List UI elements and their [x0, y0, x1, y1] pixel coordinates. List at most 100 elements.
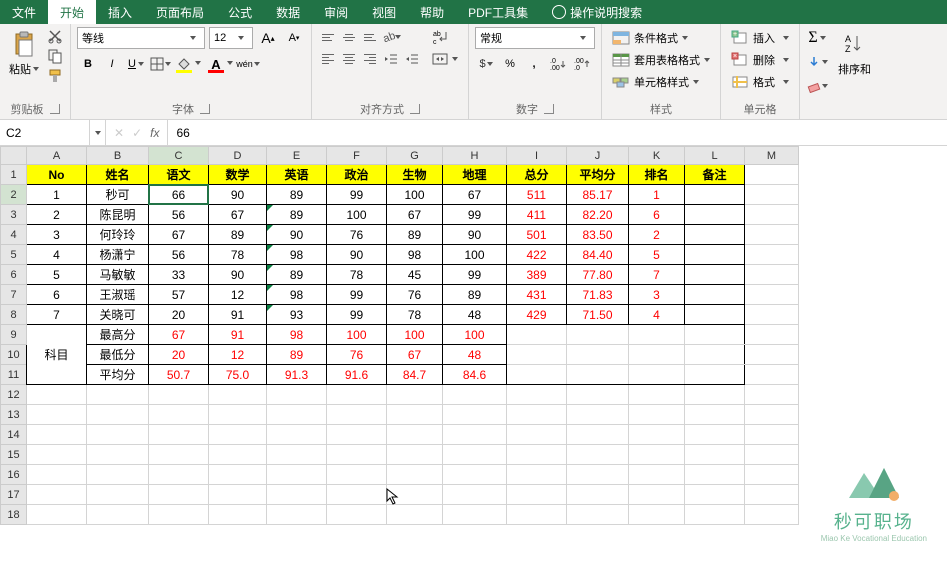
align-middle-button[interactable]: [339, 27, 359, 47]
cell-C11[interactable]: 50.7: [149, 365, 209, 385]
cell-E18[interactable]: [267, 505, 327, 525]
cell-K18[interactable]: [629, 505, 685, 525]
cell-D8[interactable]: 91: [209, 305, 267, 325]
cell-G3[interactable]: 67: [387, 205, 443, 225]
cell-I1[interactable]: 总分: [507, 165, 567, 185]
cell-K13[interactable]: [629, 405, 685, 425]
cell-J1[interactable]: 平均分: [567, 165, 629, 185]
cell-K2[interactable]: 1: [629, 185, 685, 205]
formula-input[interactable]: 66: [168, 120, 947, 145]
cell-I6[interactable]: 389: [507, 265, 567, 285]
tab-insert[interactable]: 插入: [96, 0, 144, 24]
tab-help[interactable]: 帮助: [408, 0, 456, 24]
cell-I17[interactable]: [507, 485, 567, 505]
cell-G18[interactable]: [387, 505, 443, 525]
cell-E17[interactable]: [267, 485, 327, 505]
cell-K10[interactable]: [629, 345, 685, 365]
cell-I18[interactable]: [507, 505, 567, 525]
cell-B3[interactable]: 陈昆明: [87, 205, 149, 225]
cell-F3[interactable]: 100: [327, 205, 387, 225]
cell-M7[interactable]: [745, 285, 799, 305]
cell-J3[interactable]: 82.20: [567, 205, 629, 225]
align-right-button[interactable]: [360, 49, 380, 69]
increase-indent-button[interactable]: [402, 49, 422, 69]
autosum-button[interactable]: Σ: [806, 27, 828, 49]
cell-F9[interactable]: 100: [327, 325, 387, 345]
dialog-launcher-icon[interactable]: [200, 104, 210, 114]
cut-button[interactable]: [46, 27, 64, 45]
cell-G13[interactable]: [387, 405, 443, 425]
cell-B4[interactable]: 何玲玲: [87, 225, 149, 245]
cell-C18[interactable]: [149, 505, 209, 525]
decrease-decimal-button[interactable]: .00.0: [571, 53, 593, 75]
select-all-corner[interactable]: [1, 147, 27, 165]
delete-cells-button[interactable]: ×删除: [727, 49, 793, 71]
cell-D3[interactable]: 67: [209, 205, 267, 225]
cell-L4[interactable]: [685, 225, 745, 245]
cell-F15[interactable]: [327, 445, 387, 465]
cell-J5[interactable]: 84.40: [567, 245, 629, 265]
cell-I8[interactable]: 429: [507, 305, 567, 325]
cell-D4[interactable]: 89: [209, 225, 267, 245]
cell-J7[interactable]: 71.83: [567, 285, 629, 305]
cell-H7[interactable]: 89: [443, 285, 507, 305]
cell-B14[interactable]: [87, 425, 149, 445]
cell-L10[interactable]: [685, 345, 745, 365]
row-header-16[interactable]: 16: [1, 465, 27, 485]
cell-K15[interactable]: [629, 445, 685, 465]
increase-decimal-button[interactable]: .0.00: [547, 53, 569, 75]
cell-B5[interactable]: 杨潇宁: [87, 245, 149, 265]
cell-styles-button[interactable]: 单元格样式: [608, 71, 714, 93]
name-box[interactable]: C2: [0, 120, 90, 145]
cell-I9[interactable]: [507, 325, 567, 345]
cell-C14[interactable]: [149, 425, 209, 445]
cell-I12[interactable]: [507, 385, 567, 405]
cell-L3[interactable]: [685, 205, 745, 225]
enter-formula-icon[interactable]: ✓: [132, 126, 142, 140]
cell-E11[interactable]: 91.3: [267, 365, 327, 385]
cell-K8[interactable]: 4: [629, 305, 685, 325]
spreadsheet-grid[interactable]: ABCDEFGHIJKLM1No姓名语文数学英语政治生物地理总分平均分排名备注2…: [0, 146, 947, 525]
cell-J8[interactable]: 71.50: [567, 305, 629, 325]
cell-M1[interactable]: [745, 165, 799, 185]
cell-M4[interactable]: [745, 225, 799, 245]
tab-view[interactable]: 视图: [360, 0, 408, 24]
cell-M10[interactable]: [745, 345, 799, 365]
cell-K3[interactable]: 6: [629, 205, 685, 225]
cell-C3[interactable]: 56: [149, 205, 209, 225]
cell-J9[interactable]: [567, 325, 629, 345]
cell-C16[interactable]: [149, 465, 209, 485]
cell-I15[interactable]: [507, 445, 567, 465]
cell-D13[interactable]: [209, 405, 267, 425]
cell-F18[interactable]: [327, 505, 387, 525]
cell-F10[interactable]: 76: [327, 345, 387, 365]
cell-E13[interactable]: [267, 405, 327, 425]
column-header-C[interactable]: C: [149, 147, 209, 165]
row-header-13[interactable]: 13: [1, 405, 27, 425]
tab-file[interactable]: 文件: [0, 0, 48, 24]
cell-L7[interactable]: [685, 285, 745, 305]
cell-B13[interactable]: [87, 405, 149, 425]
cell-G12[interactable]: [387, 385, 443, 405]
cell-L1[interactable]: 备注: [685, 165, 745, 185]
cell-H5[interactable]: 100: [443, 245, 507, 265]
cell-L15[interactable]: [685, 445, 745, 465]
cell-A12[interactable]: [27, 385, 87, 405]
cell-H15[interactable]: [443, 445, 507, 465]
merge-center-button[interactable]: [428, 49, 462, 69]
column-header-B[interactable]: B: [87, 147, 149, 165]
cell-F14[interactable]: [327, 425, 387, 445]
conditional-format-button[interactable]: 条件格式: [608, 27, 714, 49]
cell-K16[interactable]: [629, 465, 685, 485]
cell-J17[interactable]: [567, 485, 629, 505]
cell-K5[interactable]: 5: [629, 245, 685, 265]
cell-A1[interactable]: No: [27, 165, 87, 185]
tab-data[interactable]: 数据: [264, 0, 312, 24]
cell-E5[interactable]: 98: [267, 245, 327, 265]
cell-L5[interactable]: [685, 245, 745, 265]
cell-G11[interactable]: 84.7: [387, 365, 443, 385]
cell-A7[interactable]: 6: [27, 285, 87, 305]
cell-F6[interactable]: 78: [327, 265, 387, 285]
cell-A6[interactable]: 5: [27, 265, 87, 285]
cell-G7[interactable]: 76: [387, 285, 443, 305]
